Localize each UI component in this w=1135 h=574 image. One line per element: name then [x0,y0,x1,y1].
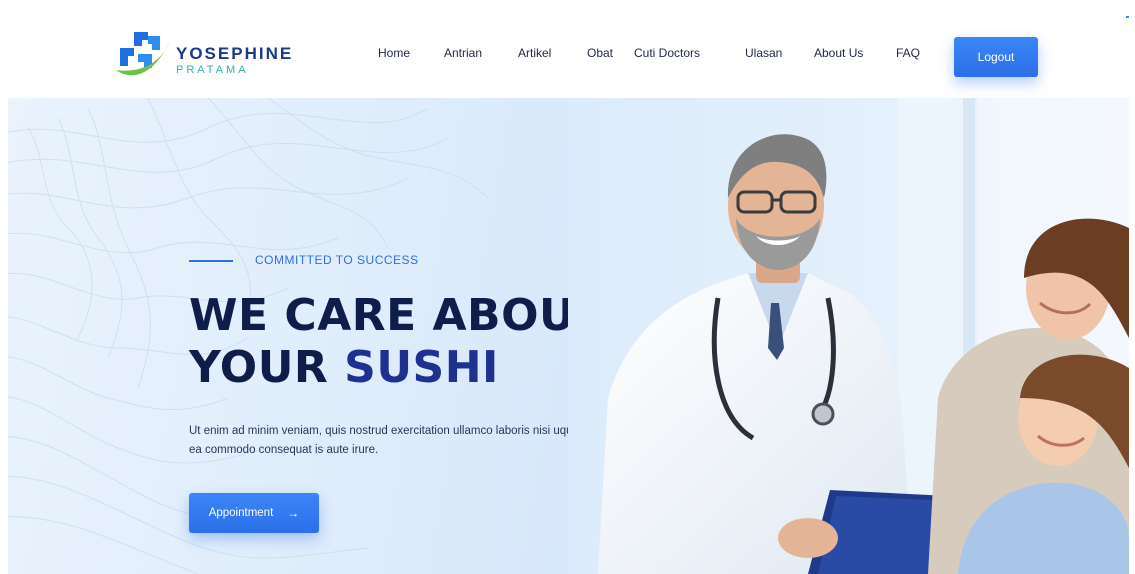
hero-headline-line2: YOUR SUSHI [189,342,606,394]
nav-item-faq[interactable]: FAQ [896,46,920,60]
nav-item-home[interactable]: Home [378,46,410,60]
brand-name: YOSEPHINE [176,44,294,63]
scroll-indicator [1126,16,1129,18]
nav-item-cuti-doctors[interactable]: Cuti Doctors [634,46,700,60]
site-header: YOSEPHINE PRATAMA Home Antrian Artikel O… [8,10,1129,98]
arrow-right-icon: → [287,506,300,520]
hero-headline-prefix: YOUR [189,342,345,393]
nav-item-about-us[interactable]: About Us [814,46,863,60]
appointment-button[interactable]: Appointment → [189,493,319,533]
nav-item-ulasan[interactable]: Ulasan [745,46,782,60]
page: YOSEPHINE PRATAMA Home Antrian Artikel O… [8,10,1129,574]
hero-description: Ut enim ad minim veniam, quis nostrud ex… [189,425,597,456]
brand-logo[interactable]: YOSEPHINE PRATAMA [112,24,292,84]
logout-button[interactable]: Logout [954,37,1038,77]
hero-section: COMMITTED TO SUCCESS WE CARE ABOUT YOUR … [8,98,1129,574]
hero-headline-line1: WE CARE ABOUT [189,290,606,341]
brand-subname: PRATAMA [176,64,249,76]
hero-eyebrow: COMMITTED TO SUCCESS [255,253,419,267]
eyebrow-divider [189,260,233,262]
nav-item-antrian[interactable]: Antrian [444,46,482,60]
hero-headline: WE CARE ABOUT YOUR SUSHI [189,290,606,394]
medical-cross-logo-icon [116,32,170,76]
hero-doctor-photo [568,98,1129,574]
hero-headline-accent: SUSHI [344,342,499,393]
nav-item-artikel[interactable]: Artikel [518,46,551,60]
nav-item-obat[interactable]: Obat [587,46,613,60]
appointment-button-label: Appointment [208,507,274,519]
